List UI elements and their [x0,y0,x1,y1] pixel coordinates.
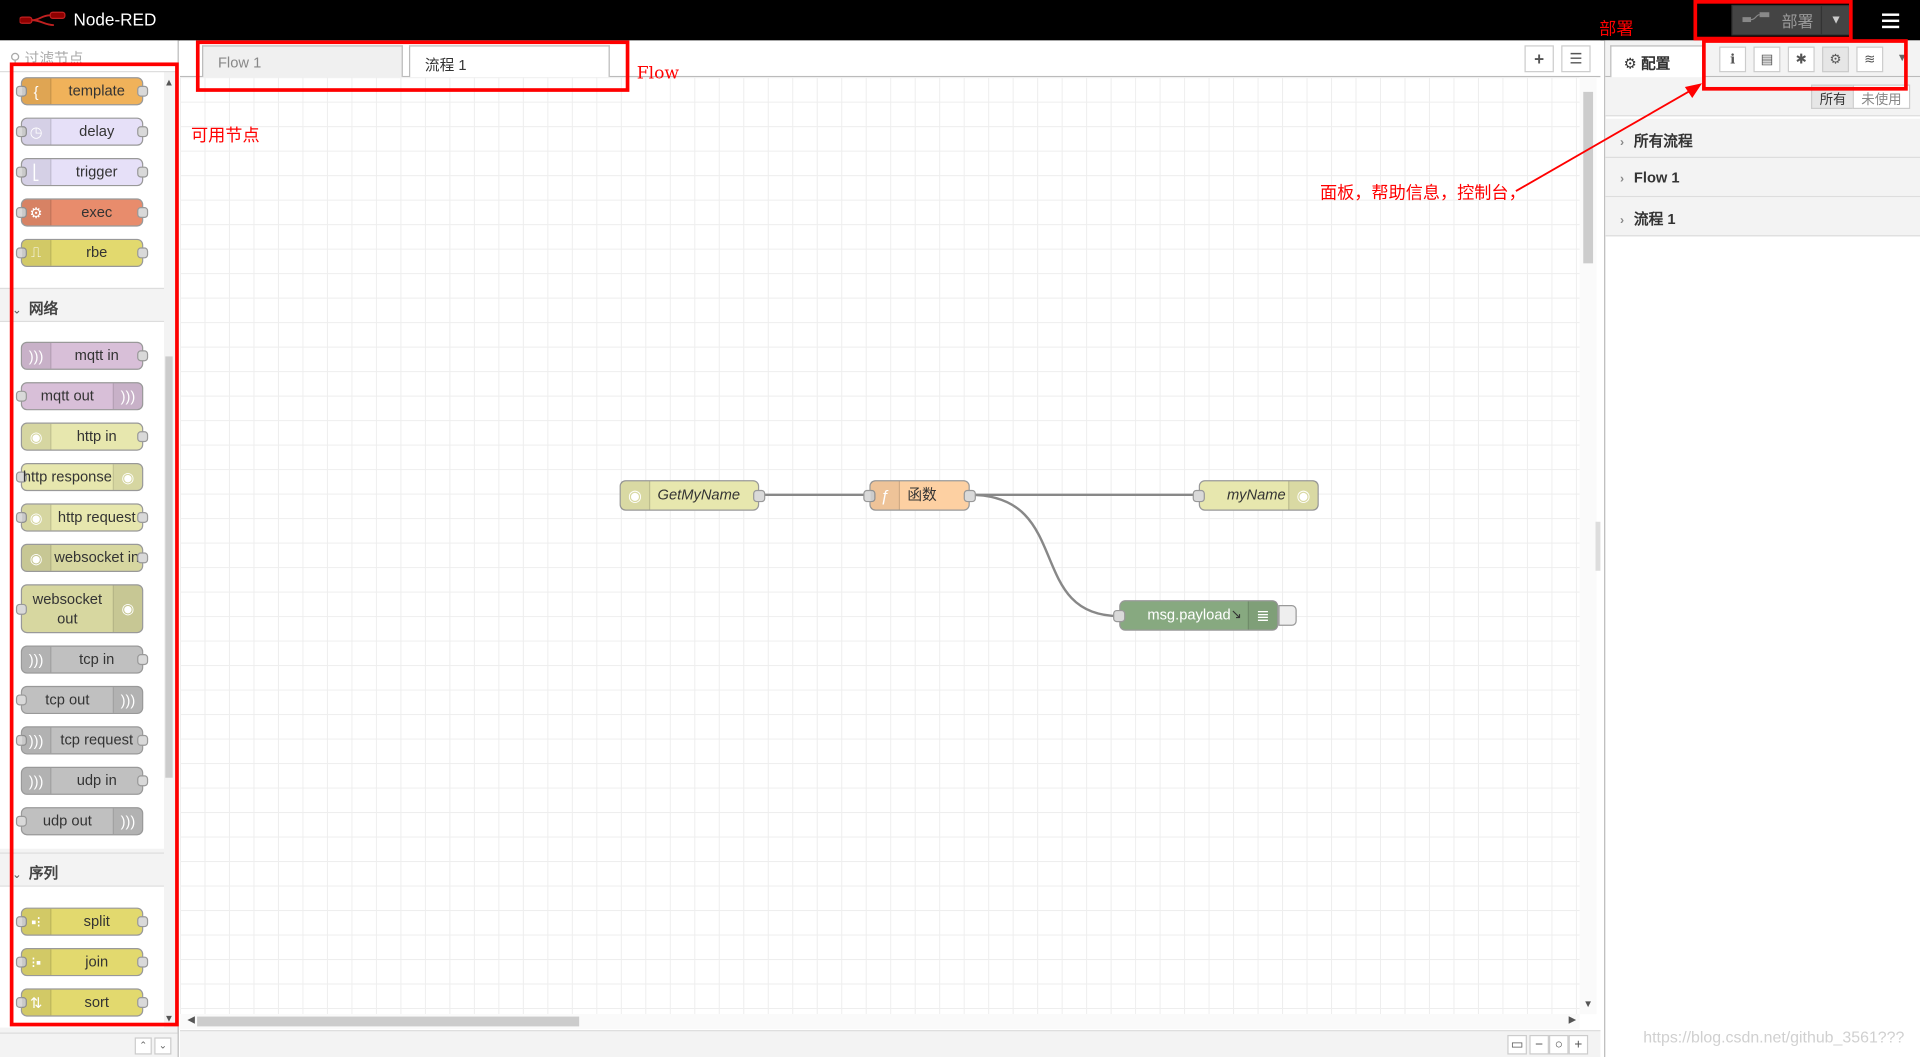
input-port[interactable] [1113,609,1126,623]
add-flow-button[interactable]: + [1524,45,1554,73]
annotation-palette-label: 可用节点 [191,126,260,146]
canvas-horizontal-scrollbar[interactable]: ◀ ▶ [180,1014,1580,1029]
annotation-box-deploy [1693,0,1853,41]
gear-icon: ⚙ [1623,55,1637,73]
navigator-map-icon[interactable]: ▭ [1507,1034,1527,1055]
output-port[interactable] [963,489,976,503]
hamburger-icon [1882,13,1900,16]
chevron-right-icon: › [1620,135,1625,150]
list-icon: ☰ [1569,50,1583,68]
sidebar: ⚙ 配置 ℹ ▤ ✱ ⚙ ≋ ▼ 所有 未使用 › 所有流程 › Flow 1 › 流… [1604,40,1920,1057]
chevron-right-icon: › [1620,214,1625,228]
debug-target-icon: ↘ [1230,607,1242,623]
canvas-hscroll-thumb[interactable] [197,1016,580,1027]
input-port[interactable] [1192,489,1205,503]
node-red-logo-icon [19,11,66,27]
scroll-down-icon[interactable]: ▼ [1583,998,1593,1009]
app-title: Node-RED [73,9,157,30]
globe-icon: ◉ [620,481,651,510]
output-port[interactable] [753,489,766,503]
scroll-right-icon[interactable]: ▶ [1569,1014,1577,1025]
flow-canvas[interactable]: ◉ GetMyName ƒ 函数 myName ◉ msg.payload ↘ … [180,77,1596,1015]
logo: Node-RED [19,9,157,30]
main-menu-button[interactable] [1873,7,1907,34]
sidebar-resize-handle[interactable] [1595,521,1601,571]
config-row-flow-1[interactable]: › Flow 1 [1605,157,1920,198]
annotation-flow-label: Flow [636,63,680,84]
annotation-box-sidebar-tabs [1702,39,1908,91]
annotation-sidebar-label: 面板，帮助信息，控制台， [1320,183,1526,204]
canvas-footer: ▭ − ○ + [180,1030,1601,1057]
expand-all-icon[interactable]: ⌄ [154,1037,172,1055]
tab-config[interactable]: ⚙ 配置 [1610,45,1704,79]
canvas-vscroll-thumb[interactable] [1583,91,1594,264]
flow-node-getmyname[interactable]: ◉ GetMyName [619,480,766,511]
config-row-liucheng-1[interactable]: › 流程 1 [1605,197,1920,237]
list-flows-button[interactable]: ☰ [1561,45,1591,73]
globe-icon: ◉ [1288,481,1318,510]
zoom-in-icon[interactable]: + [1568,1034,1589,1055]
flow-node-debug[interactable]: msg.payload ↘ ≣ [1113,600,1279,631]
flow-node-function[interactable]: ƒ 函数 [863,480,976,511]
chevron-right-icon: › [1620,172,1625,187]
wires [759,493,1199,618]
collapse-all-icon[interactable]: ⌃ [134,1037,152,1055]
zoom-out-icon[interactable]: − [1529,1034,1549,1055]
annotation-box-palette [9,62,179,1027]
config-row-all-flows[interactable]: › 所有流程 [1605,118,1920,158]
plus-icon: + [1534,48,1545,69]
annotation-box-tabs [195,40,630,92]
debug-list-icon: ≣ [1247,601,1278,630]
zoom-reset-icon[interactable]: ○ [1548,1034,1569,1055]
debug-toggle-button[interactable] [1278,605,1297,626]
wire-function-debug [969,493,1120,618]
canvas-vertical-scrollbar[interactable]: ▼ [1579,77,1597,1015]
scroll-left-icon[interactable]: ◀ [187,1014,195,1025]
flow-node-myname[interactable]: myName ◉ [1192,480,1319,511]
function-icon: ƒ [870,481,901,510]
annotation-deploy-label: 部署 [1599,19,1634,40]
watermark-text: https://blog.csdn.net/github_3561??? [1643,1027,1905,1046]
palette-footer: ⌃ ⌄ [0,1032,178,1057]
